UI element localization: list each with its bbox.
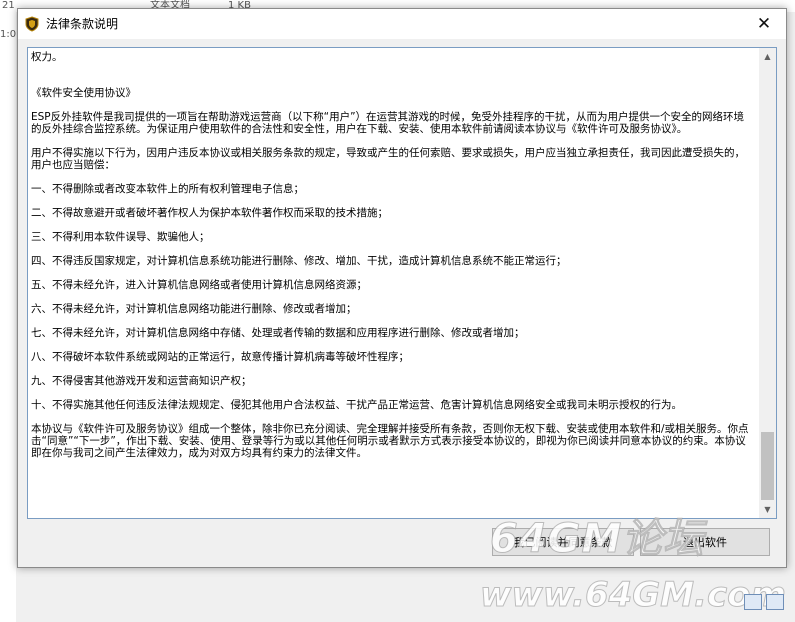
terms-paragraph: 权力。 [31,51,63,63]
background-time: 21 [2,0,15,11]
corner-icons [744,594,784,610]
image-icon[interactable] [766,594,784,610]
background-time-2: 1:0 [0,29,17,40]
terms-paragraph: 《软件安全使用协议》 [31,87,136,99]
terms-paragraph: 三、不得利用本软件误导、欺骗他人； [31,231,210,243]
terms-content: 权力。 《软件安全使用协议》 ESP反外挂软件是我司提供的一项旨在帮助游戏运营商… [28,48,756,518]
title-bar[interactable]: 法律条款说明 ✕ [18,9,786,39]
watermark-url: www.64GM.com [480,575,787,616]
scrollbar-thumb[interactable] [761,432,774,500]
terms-paragraph: 十、不得实施其他任何违反法律法规规定、侵犯其他用户合法权益、干扰产品正常运营、危… [31,399,682,411]
scroll-down-arrow-icon[interactable]: ▼ [759,501,776,518]
terms-text-area[interactable]: 权力。 《软件安全使用协议》 ESP反外挂软件是我司提供的一项旨在帮助游戏运营商… [27,47,777,519]
terms-paragraph: 五、不得未经允许，进入计算机信息网络或者使用计算机信息网络资源； [31,279,367,291]
vertical-scrollbar[interactable]: ▲ ▼ [759,48,776,518]
terms-paragraph: 四、不得违反国家规定，对计算机信息系统功能进行删除、修改、增加、干扰，造成计算机… [31,255,567,267]
terms-paragraph: 二、不得故意避开或者破坏著作权人为保护本软件著作权而采取的技术措施； [31,207,388,219]
terms-paragraph: 八、不得破坏本软件系统或网站的正常运行，故意传播计算机病毒等破坏性程序； [31,351,409,363]
terms-paragraph: 七、不得未经允许，对计算机信息网络中存储、处理或者传输的数据和应用程序进行删除、… [31,327,525,339]
scroll-up-arrow-icon[interactable]: ▲ [759,48,776,65]
legal-terms-dialog: 法律条款说明 ✕ 权力。 《软件安全使用协议》 ESP反外挂软件是我司提供的一项… [17,8,787,568]
terms-paragraph: ESP反外挂软件是我司提供的一项旨在帮助游戏运营商（以下称“用户”）在运营其游戏… [31,111,745,135]
background-window-left: 1:0 [0,12,16,622]
dialog-title: 法律条款说明 [46,17,119,31]
terms-paragraph: 本协议与《软件许可及服务协议》组成一个整体，除非你已充分阅读、完全理解并接受所有… [31,423,749,459]
terms-paragraph: 用户不得实施以下行为，因用户违反本协议或相关服务条款的规定，导致或产生的任何索赔… [31,147,745,171]
terms-paragraph: 一、不得删除或者改变本软件上的所有权利管理电子信息； [31,183,304,195]
terms-paragraph: 六、不得未经允许，对计算机信息网络功能进行删除、修改或者增加； [31,303,357,315]
view-icon[interactable] [744,594,762,610]
watermark-logo: 64GM论坛 [489,516,705,563]
shield-icon [24,16,40,32]
terms-paragraph: 九、不得侵害其他游戏开发和运营商知识产权； [31,375,252,387]
close-button[interactable]: ✕ [742,9,786,39]
